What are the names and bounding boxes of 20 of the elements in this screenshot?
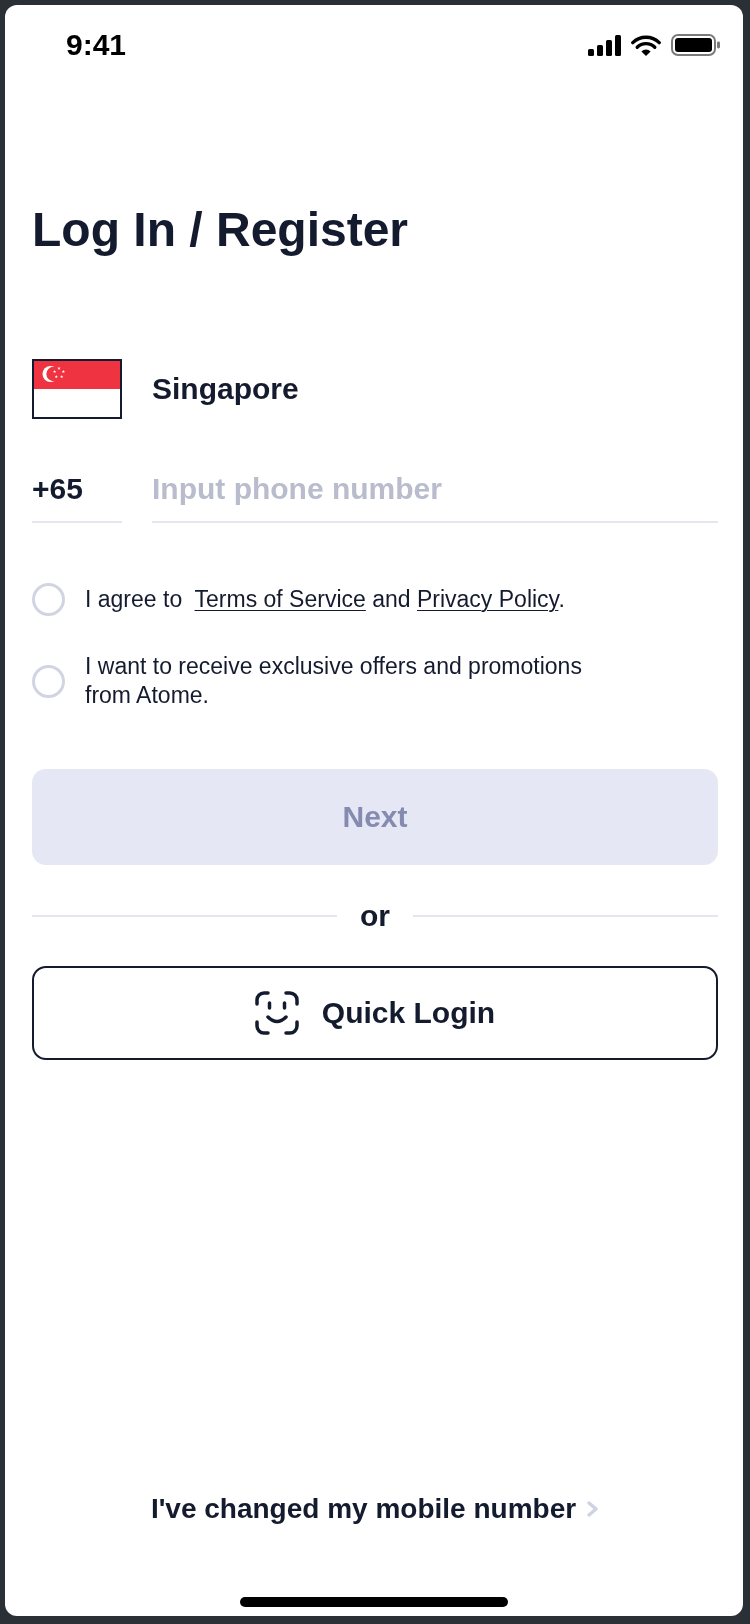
signal-icon bbox=[588, 34, 621, 56]
checkbox[interactable] bbox=[32, 664, 65, 698]
quick-login-button[interactable]: Quick Login bbox=[32, 966, 718, 1060]
policy-link[interactable]: Privacy Policy bbox=[416, 586, 559, 612]
checkbox[interactable] bbox=[32, 583, 65, 616]
wifi-icon bbox=[631, 34, 661, 56]
policy-link[interactable]: Terms of Service bbox=[194, 586, 366, 612]
consent-text: I want to receive exclusive offers and promotions from Atome. bbox=[85, 652, 583, 710]
face-scan-icon bbox=[254, 991, 299, 1035]
chevron-right-icon bbox=[586, 1501, 600, 1517]
divider-label: or bbox=[360, 901, 390, 931]
phone-input-field[interactable]: Input phone number bbox=[152, 467, 718, 523]
flag-icon bbox=[32, 359, 122, 419]
page-title: Log In / Register bbox=[32, 206, 410, 254]
country-code-field: +65 bbox=[32, 467, 122, 523]
changed-number-link[interactable]: I've changed my mobile number bbox=[150, 1489, 600, 1529]
battery-icon bbox=[671, 34, 720, 56]
consent-text: I agree to Terms of Service and Privacy Policy. bbox=[85, 585, 565, 614]
status-time: 9:41 bbox=[66, 28, 127, 62]
country-selector[interactable]: Singapore bbox=[32, 359, 299, 419]
